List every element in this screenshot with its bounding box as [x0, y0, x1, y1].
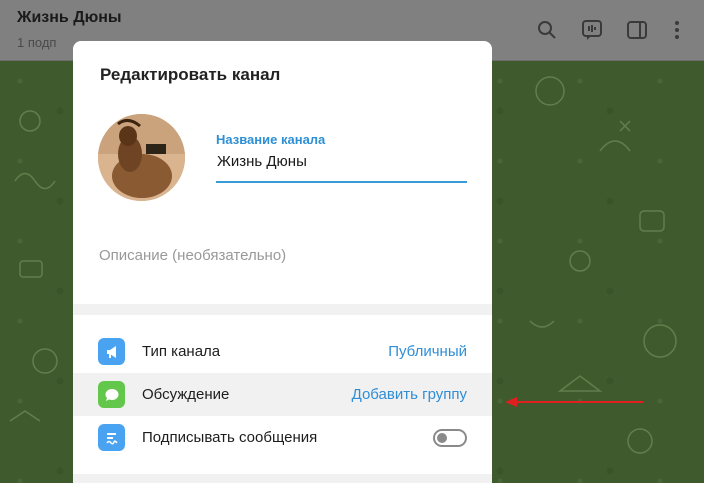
- toggle-knob: [437, 432, 447, 443]
- live-stream-icon[interactable]: [579, 17, 605, 43]
- setting-row-channel-type[interactable]: Тип канала Публичный: [73, 330, 492, 373]
- setting-value[interactable]: Публичный: [388, 343, 467, 360]
- dialog-title: Редактировать канал: [100, 65, 281, 84]
- setting-value[interactable]: Добавить группу: [352, 386, 467, 403]
- search-icon[interactable]: [534, 17, 560, 43]
- description-input[interactable]: Описание (необязательно): [99, 247, 467, 267]
- chat-subtitle: 1 подп: [17, 35, 57, 50]
- sign-messages-toggle[interactable]: [433, 428, 467, 447]
- setting-label: Тип канала: [142, 343, 221, 360]
- megaphone-icon: [98, 338, 125, 365]
- channel-avatar[interactable]: [98, 114, 185, 201]
- chat-bubble-icon: [98, 381, 125, 408]
- section-divider: [73, 304, 492, 315]
- annotation-arrow-icon: [505, 397, 643, 407]
- setting-row-sign-messages[interactable]: Подписывать сообщения: [73, 416, 492, 459]
- setting-label: Обсуждение: [142, 386, 230, 403]
- sidebar-toggle-icon[interactable]: [624, 17, 650, 43]
- setting-row-discussion[interactable]: Обсуждение Добавить группу: [73, 373, 492, 416]
- signature-icon: [98, 424, 125, 451]
- more-menu-icon[interactable]: [664, 17, 690, 43]
- setting-label: Подписывать сообщения: [142, 429, 318, 446]
- channel-name-input[interactable]: Жизнь Дюны: [216, 153, 467, 183]
- channel-name-label: Название канала: [216, 132, 326, 147]
- chat-title[interactable]: Жизнь Дюны: [17, 9, 122, 27]
- section-divider: [73, 474, 492, 483]
- edit-channel-dialog: Редактировать канал Название канала Жизн…: [73, 41, 492, 483]
